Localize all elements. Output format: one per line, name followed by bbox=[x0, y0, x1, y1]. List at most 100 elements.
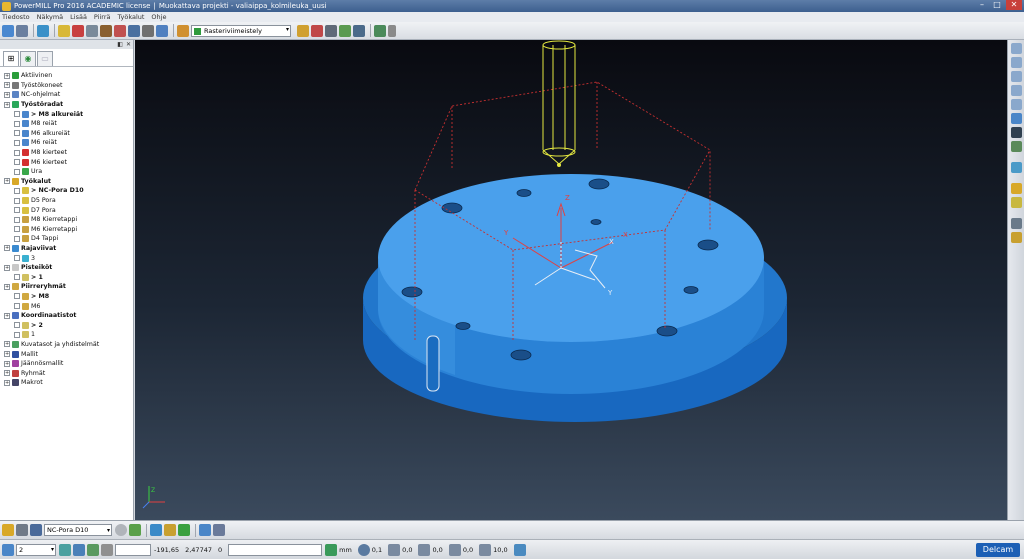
tree-item[interactable]: M8 Kierretappi bbox=[0, 215, 133, 225]
zoom-icon[interactable] bbox=[1010, 127, 1022, 138]
tool-info-icon[interactable] bbox=[115, 524, 127, 536]
view-resize-icon[interactable] bbox=[1010, 113, 1022, 124]
view-iso2-icon[interactable] bbox=[1010, 99, 1022, 110]
tree-item[interactable]: > NC-Pora D10 bbox=[0, 186, 133, 196]
view-top-icon[interactable] bbox=[1010, 43, 1022, 54]
workplane-align-view-icon[interactable] bbox=[73, 543, 85, 556]
thickness-value[interactable]: 0,0 bbox=[402, 546, 412, 554]
tree-item[interactable]: 1 bbox=[0, 330, 133, 340]
block-icon[interactable] bbox=[58, 24, 70, 37]
tree-item[interactable]: + Aktiivinen bbox=[0, 71, 133, 81]
close-toolbar-icon[interactable] bbox=[388, 24, 396, 37]
tree-expander-icon[interactable] bbox=[14, 120, 20, 127]
tree-item[interactable]: D5 Pora bbox=[0, 196, 133, 206]
workplane-create-icon[interactable] bbox=[164, 524, 176, 536]
create-tool-icon[interactable] bbox=[2, 524, 14, 536]
measure-icon[interactable] bbox=[1010, 218, 1022, 229]
edit-icon[interactable] bbox=[199, 524, 211, 536]
tree-item[interactable]: + Ryhmät bbox=[0, 368, 133, 378]
tree-expander-icon[interactable] bbox=[14, 111, 20, 118]
tree-item[interactable]: M6 alkureiät bbox=[0, 129, 133, 139]
feed-rate-icon[interactable] bbox=[100, 24, 112, 37]
view-iso-icon[interactable] bbox=[1010, 71, 1022, 82]
workplane-copy-icon[interactable] bbox=[87, 543, 99, 556]
tab-help[interactable]: ▭ bbox=[37, 51, 53, 66]
tool-display-icon[interactable] bbox=[1010, 183, 1022, 194]
menu-file[interactable]: Tiedosto bbox=[2, 13, 30, 21]
tool-holder-icon[interactable] bbox=[30, 524, 42, 536]
tree-item[interactable]: + Mallit bbox=[0, 349, 133, 359]
tree-expander-icon[interactable] bbox=[14, 293, 20, 300]
tree-expander-icon[interactable] bbox=[14, 159, 20, 166]
rapid-move-icon[interactable] bbox=[72, 24, 84, 37]
pin-icon[interactable]: ◧ bbox=[117, 41, 123, 48]
tree-item[interactable]: + Työstöradat bbox=[0, 100, 133, 110]
tree-expander-icon[interactable] bbox=[14, 187, 20, 194]
verify-icon[interactable] bbox=[311, 24, 323, 37]
tree-expander-icon[interactable]: + bbox=[4, 245, 10, 252]
tool-select[interactable]: NC-Pora D10 ▾ bbox=[44, 524, 112, 536]
tree-item[interactable]: + Makrot bbox=[0, 378, 133, 388]
tree-item[interactable]: + Rajaviivat bbox=[0, 244, 133, 254]
tree-item[interactable]: M6 Kierretappi bbox=[0, 225, 133, 235]
open-project-icon[interactable] bbox=[2, 24, 14, 37]
tab-explorer[interactable]: ⊞ bbox=[3, 51, 19, 66]
tree-item[interactable]: M8 kierteet bbox=[0, 148, 133, 158]
leads-links-icon[interactable] bbox=[114, 24, 126, 37]
import-model-icon[interactable] bbox=[37, 24, 49, 37]
tree-expander-icon[interactable]: + bbox=[4, 360, 10, 367]
tree-expander-icon[interactable]: + bbox=[4, 379, 10, 386]
calculator-icon[interactable] bbox=[325, 24, 337, 37]
tree-expander-icon[interactable]: + bbox=[4, 264, 10, 271]
tree-expander-icon[interactable]: + bbox=[4, 82, 10, 89]
tree-expander-icon[interactable]: + bbox=[4, 312, 10, 319]
boundary-icon[interactable] bbox=[156, 24, 168, 37]
tree-item[interactable]: D7 Pora bbox=[0, 205, 133, 215]
tree-item[interactable]: + Jäännösmallit bbox=[0, 359, 133, 369]
tree-expander-icon[interactable] bbox=[14, 255, 20, 262]
warning-icon[interactable] bbox=[1010, 232, 1022, 243]
close-panel-icon[interactable]: ✕ bbox=[126, 41, 131, 48]
menu-draw[interactable]: Piirrä bbox=[94, 13, 111, 21]
tree-item[interactable]: M6 kierteet bbox=[0, 157, 133, 167]
workplane-activate-icon[interactable] bbox=[178, 524, 190, 536]
tree-item[interactable]: > 1 bbox=[0, 272, 133, 282]
grid-icon[interactable] bbox=[101, 543, 113, 556]
delete-icon[interactable] bbox=[213, 524, 225, 536]
workplane-align-icon[interactable] bbox=[150, 524, 162, 536]
tree-item[interactable]: + NC-ohjelmat bbox=[0, 90, 133, 100]
tree-item[interactable]: M6 bbox=[0, 301, 133, 311]
tree-expander-icon[interactable]: + bbox=[4, 91, 10, 98]
menu-tools[interactable]: Työkalut bbox=[118, 13, 145, 21]
tree-expander-icon[interactable] bbox=[14, 149, 20, 156]
tree-item[interactable]: + Piirreryhmät bbox=[0, 282, 133, 292]
maximize-icon[interactable]: □ bbox=[991, 0, 1003, 10]
close-icon[interactable]: ✕ bbox=[1006, 0, 1022, 10]
view-side-icon[interactable] bbox=[1010, 85, 1022, 96]
toolpath-display-icon[interactable] bbox=[1010, 197, 1022, 208]
model-view[interactable]: Z X Y Y X Z bbox=[135, 40, 1007, 520]
workplane-edit-icon[interactable] bbox=[59, 543, 71, 556]
tree-expander-icon[interactable] bbox=[14, 168, 20, 175]
tree-item[interactable]: > M8 alkureiät bbox=[0, 109, 133, 119]
menu-insert[interactable]: Lisää bbox=[70, 13, 87, 21]
tolerance-value[interactable]: 0,1 bbox=[372, 546, 382, 554]
machine-icon[interactable] bbox=[374, 24, 386, 37]
tab-html-browser[interactable]: ◉ bbox=[20, 51, 36, 66]
tree-item[interactable]: 3 bbox=[0, 253, 133, 263]
edit-toolpath-icon[interactable] bbox=[297, 24, 309, 37]
tool-database-icon[interactable] bbox=[16, 524, 28, 536]
tree-expander-icon[interactable] bbox=[14, 216, 20, 223]
check-icon[interactable] bbox=[513, 543, 526, 556]
tree-expander-icon[interactable] bbox=[14, 226, 20, 233]
tree-item[interactable]: D4 Tappi bbox=[0, 234, 133, 244]
stepover-value[interactable]: 0,0 bbox=[463, 546, 473, 554]
tree-expander-icon[interactable]: + bbox=[4, 178, 10, 185]
tree-item[interactable]: + Pisteiköt bbox=[0, 263, 133, 273]
tree-item[interactable]: M8 reiät bbox=[0, 119, 133, 129]
strategy-select[interactable]: Rasteriviimeistely ▾ bbox=[191, 24, 291, 37]
save-project-icon[interactable] bbox=[16, 24, 28, 37]
start-end-point-icon[interactable] bbox=[86, 24, 98, 37]
menu-view[interactable]: Näkymä bbox=[37, 13, 64, 21]
tree-item[interactable]: + Kuvatasot ja yhdistelmät bbox=[0, 340, 133, 350]
